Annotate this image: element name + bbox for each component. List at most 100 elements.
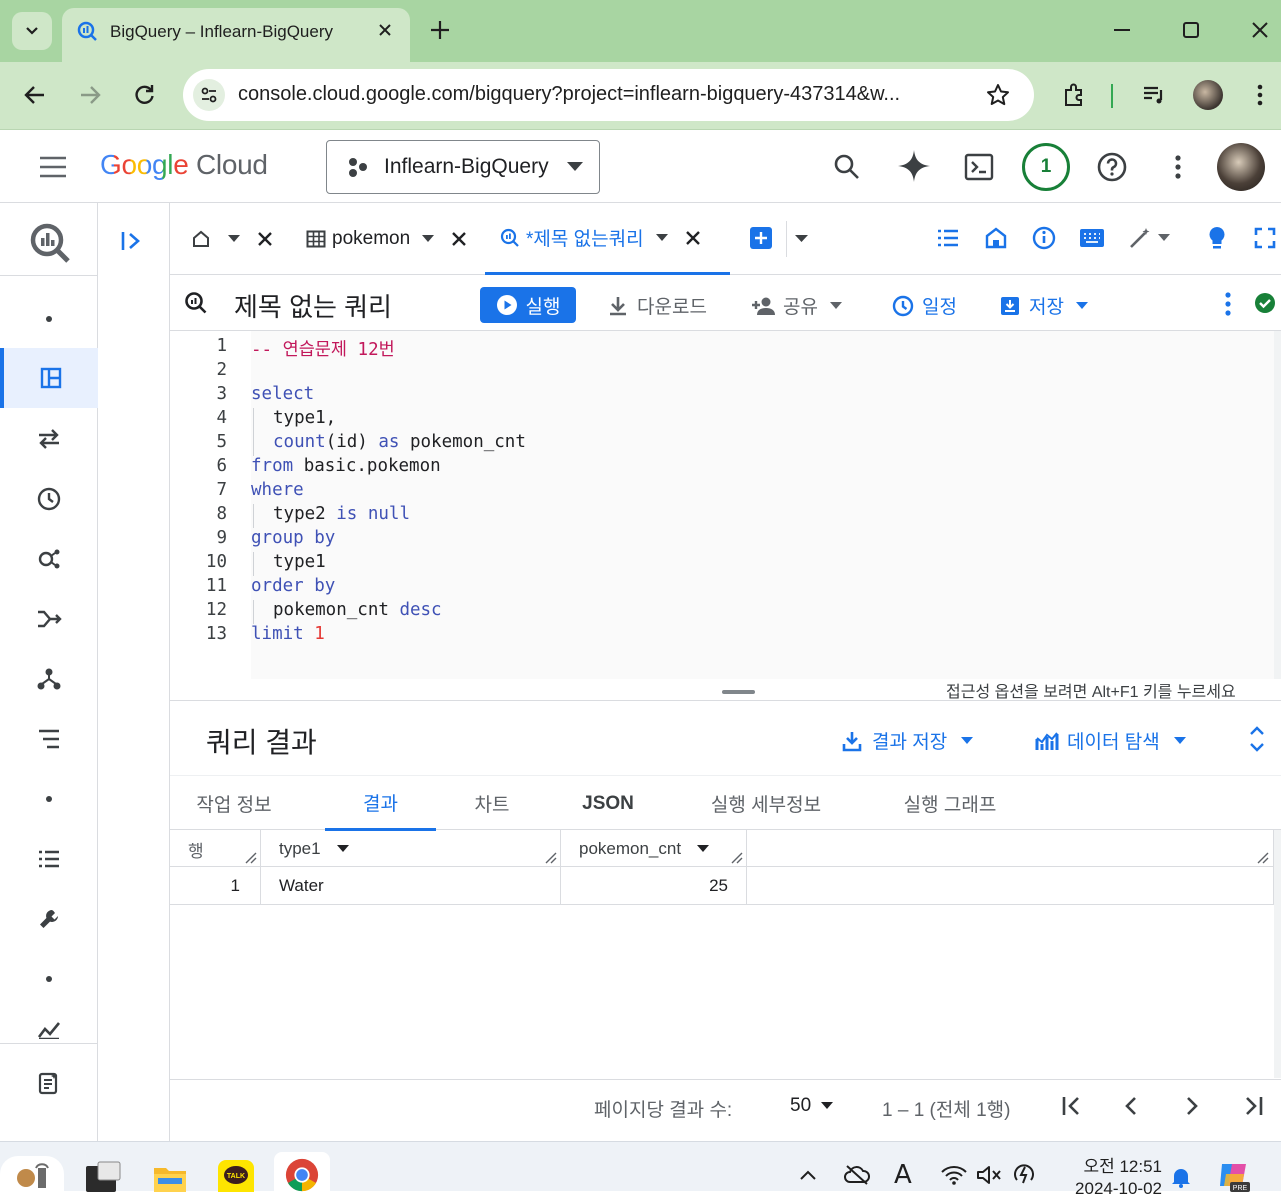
pipelines-icon[interactable] [0,599,98,639]
gemini-sparkle-icon[interactable] [897,149,931,183]
jobs-list-icon[interactable] [0,839,98,879]
keyboard-shortcuts-icon[interactable] [1079,228,1105,248]
close-tab-icon[interactable] [450,230,468,248]
save-button[interactable]: 저장 [999,292,1088,319]
download-button[interactable]: 다운로드 [607,292,707,319]
tips-lightbulb-icon[interactable] [1207,225,1227,251]
column-resize-grip-icon[interactable] [545,852,557,864]
tab-home[interactable] [192,203,274,275]
ime-language-icon[interactable]: A [894,1160,912,1190]
tab-execution-details[interactable]: 실행 세부정보 [694,776,838,831]
save-results-button[interactable]: 결과 저장 [842,727,974,754]
search-icon[interactable] [833,153,861,181]
query-more-icon[interactable] [1221,291,1235,317]
sort-menu-arrow-icon[interactable] [697,844,710,853]
kakaotalk-icon[interactable]: TALK [218,1160,254,1192]
previous-page-button[interactable] [1122,1095,1140,1117]
expand-collapse-icon[interactable] [1248,725,1266,753]
new-tab-button[interactable] [428,18,452,42]
sql-editor[interactable]: 1 2 3 4 5 6 7 8 9 10 11 12 13 -- 연습문제 12… [170,331,1281,681]
bigquery-product-icon[interactable] [28,221,72,265]
column-resize-grip-icon[interactable] [731,852,743,864]
sort-menu-arrow-icon[interactable] [336,844,349,853]
close-window-button[interactable] [1250,20,1270,40]
volume-muted-icon[interactable] [976,1164,1002,1186]
per-page-select[interactable]: 50 [790,1095,834,1117]
chrome-taskbar-icon[interactable] [274,1152,330,1192]
tab-job-info[interactable]: 작업 정보 [182,776,286,831]
analytics-hub-icon[interactable] [0,539,98,579]
column-resize-grip-icon[interactable] [245,852,257,864]
help-icon[interactable] [1096,151,1128,183]
chrome-menu-icon[interactable] [1252,82,1268,108]
new-tab-menu-arrow-icon[interactable] [795,235,808,243]
clock-area[interactable]: 오전 12:51 2024-10-02 [1062,1156,1162,1200]
back-button[interactable] [22,82,48,108]
forward-button[interactable] [77,82,103,108]
tab-untitled-query[interactable]: *제목 없는쿼리 [485,203,730,275]
tab-results[interactable]: 결과 [325,776,436,831]
battery-charging-icon[interactable] [1011,1162,1037,1186]
close-tab-icon[interactable] [256,230,274,248]
bookmark-star-icon[interactable] [985,82,1011,108]
column-resize-grip-icon[interactable] [1257,852,1269,864]
dataform-icon[interactable] [0,659,98,699]
schedule-button[interactable]: 일정 [892,292,957,319]
close-tab-icon[interactable] [375,20,395,40]
tab-menu-arrow-icon[interactable] [655,233,668,242]
tab-json[interactable]: JSON [570,776,646,831]
new-query-button[interactable] [750,227,772,249]
expand-explorer-icon[interactable] [120,230,144,252]
profile-avatar[interactable] [1193,80,1223,110]
wrench-icon[interactable] [0,899,98,939]
more-options-icon[interactable] [1170,153,1186,181]
studio-icon[interactable] [0,348,98,408]
column-header-pokemon-cnt[interactable]: pokemon_cnt [561,830,747,867]
scheduled-queries-icon[interactable] [0,479,98,519]
notifications-badge[interactable]: 1 [1022,143,1070,191]
column-header-type1[interactable]: type1 [261,830,561,867]
wifi-icon[interactable] [940,1164,968,1186]
release-notes-icon[interactable] [0,1063,98,1103]
home-shortcut-icon[interactable] [984,226,1008,250]
last-page-button[interactable] [1241,1095,1265,1117]
extensions-icon[interactable] [1061,81,1089,109]
tab-chart[interactable]: 차트 [455,776,529,831]
tab-pokemon-table[interactable]: pokemon [306,203,468,275]
main-menu-icon[interactable] [38,155,68,179]
account-avatar[interactable] [1217,143,1265,191]
list-view-icon[interactable] [936,227,960,249]
tab-search-button[interactable] [12,12,52,50]
lineage-icon[interactable] [0,719,98,759]
onedrive-offline-icon[interactable] [843,1164,871,1186]
explore-data-button[interactable]: 데이터 탐색 [1035,727,1186,754]
maximize-button[interactable] [1182,21,1200,39]
tab-menu-arrow-icon[interactable] [228,235,240,243]
notification-bell-icon[interactable] [1170,1166,1192,1188]
tab-execution-graph[interactable]: 실행 그래프 [888,776,1012,831]
minimize-button[interactable] [1112,20,1132,40]
taskbar-app-icon[interactable] [84,1160,122,1192]
resize-handle[interactable] [722,690,755,694]
format-tools-icon[interactable] [1128,226,1170,250]
media-controls-icon[interactable] [1141,82,1167,108]
monitoring-icon[interactable] [0,1019,98,1043]
cloud-shell-icon[interactable] [964,153,994,181]
browser-tab-active[interactable]: BigQuery – Inflearn-BigQuery [62,8,410,62]
omnibox[interactable]: console.cloud.google.com/bigquery?projec… [183,69,1034,121]
widgets-weather-icon[interactable] [0,1156,64,1192]
run-button[interactable]: 실행 [480,287,576,323]
project-picker[interactable]: Inflearn-BigQuery [326,140,600,194]
copilot-icon[interactable]: PRE [1216,1158,1250,1192]
reload-button[interactable] [131,82,157,108]
site-info-icon[interactable] [193,79,225,111]
first-page-button[interactable] [1060,1095,1084,1117]
next-page-button[interactable] [1183,1095,1201,1117]
share-button[interactable]: 공유 [751,292,842,319]
fullscreen-icon[interactable] [1254,227,1276,249]
show-hidden-icons-chevron-icon[interactable] [798,1168,818,1182]
info-icon[interactable] [1032,226,1056,250]
google-cloud-logo[interactable]: Google Cloud [100,149,268,181]
data-transfers-icon[interactable] [0,419,98,459]
tab-menu-arrow-icon[interactable] [422,235,435,243]
